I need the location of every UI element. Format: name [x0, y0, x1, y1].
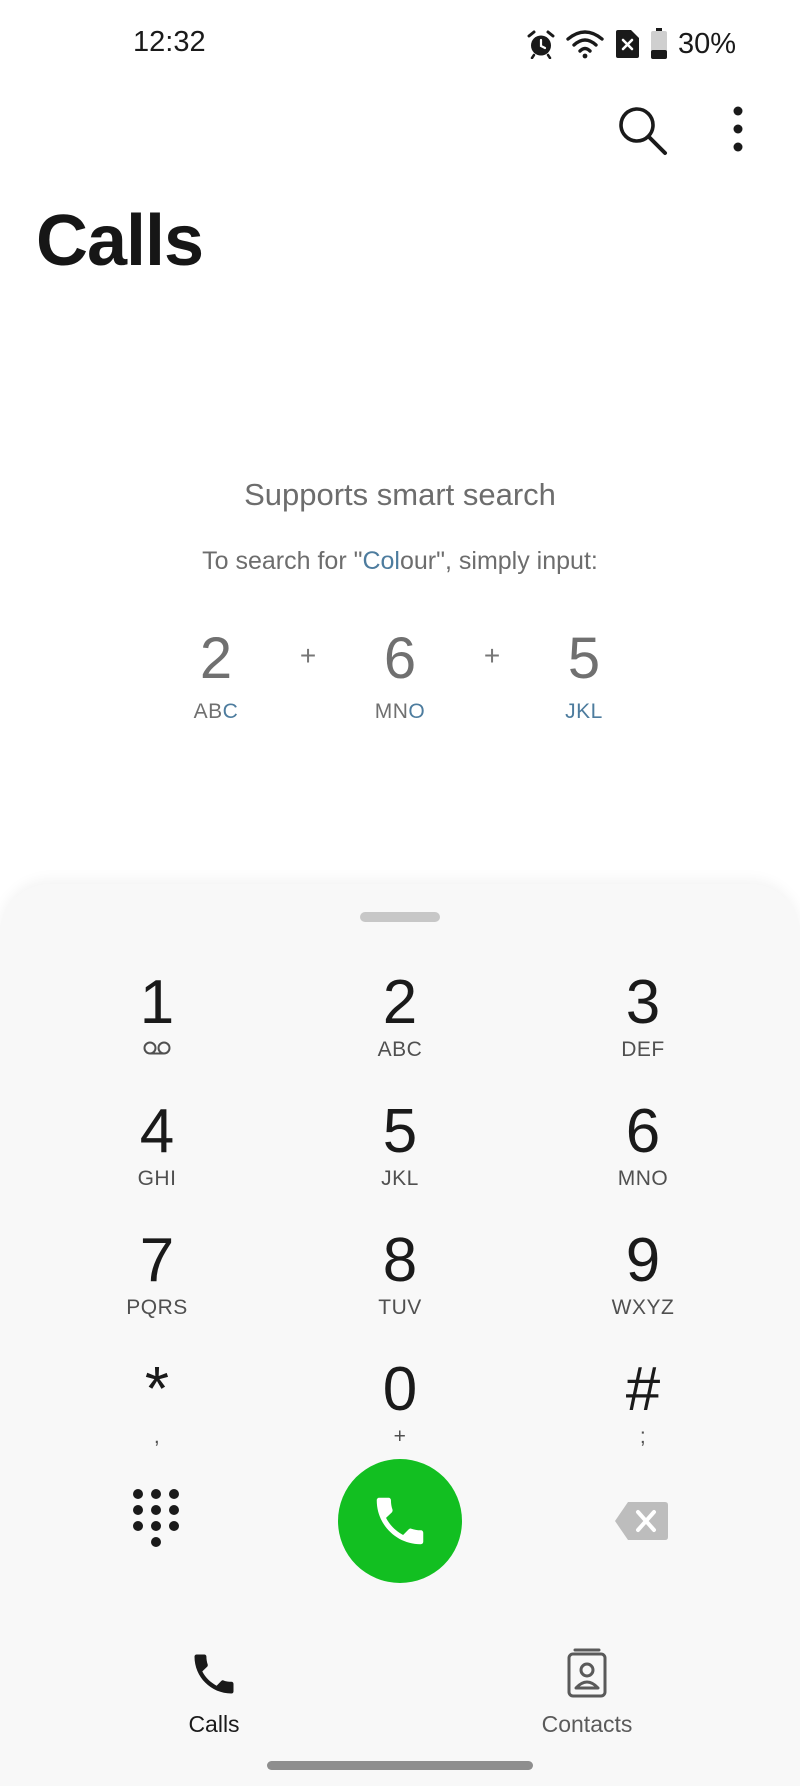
- dialpad-toggle-button[interactable]: [130, 1486, 182, 1560]
- example-plus: +: [483, 640, 501, 671]
- key-digit: 4: [139, 1097, 175, 1166]
- smart-search-subtitle: To search for "Colour", simply input:: [0, 547, 800, 576]
- nav-contacts[interactable]: Contacts: [487, 1648, 687, 1738]
- example-letters: JKL: [565, 700, 603, 723]
- search-button[interactable]: [615, 103, 671, 159]
- status-time: 12:32: [133, 26, 206, 58]
- key-digit: *: [144, 1355, 170, 1424]
- key-7[interactable]: 7 PQRS: [72, 1228, 242, 1338]
- contacts-icon: [567, 1648, 607, 1698]
- key-9[interactable]: 9 WXYZ: [558, 1228, 728, 1338]
- backspace-button[interactable]: [614, 1500, 670, 1542]
- phone-icon: [194, 1654, 234, 1694]
- key-letters: JKL: [381, 1167, 419, 1190]
- wifi-icon: [566, 30, 604, 59]
- voicemail-icon: [72, 1038, 242, 1062]
- key-hash[interactable]: # ;: [558, 1357, 728, 1467]
- key-letters: +: [393, 1425, 407, 1448]
- smart-search-title: Supports smart search: [244, 477, 556, 512]
- call-button[interactable]: [338, 1459, 462, 1583]
- status-icons: 30%: [526, 24, 736, 64]
- key-letters: DEF: [621, 1038, 665, 1061]
- alarm-icon: [527, 30, 555, 59]
- key-letters: ABC: [377, 1038, 423, 1061]
- key-5[interactable]: 5 JKL: [315, 1099, 485, 1209]
- more-vertical-icon: [733, 106, 743, 152]
- key-2[interactable]: 2 ABC: [315, 970, 485, 1080]
- key-1[interactable]: 1: [72, 970, 242, 1080]
- battery-percent: 30%: [678, 27, 737, 60]
- page-title: Calls: [36, 201, 204, 281]
- search-icon: [619, 107, 667, 155]
- subtitle-prefix: To search for ": [202, 547, 363, 575]
- key-letters: GHI: [137, 1167, 177, 1190]
- key-digit: 6: [625, 1097, 661, 1166]
- key-8[interactable]: 8 TUV: [315, 1228, 485, 1338]
- key-0[interactable]: 0 +: [315, 1357, 485, 1467]
- key-digit: 5: [382, 1097, 418, 1166]
- key-letters: PQRS: [126, 1296, 188, 1319]
- subtitle-suffix: ", simply input:: [436, 547, 598, 575]
- key-6[interactable]: 6 MNO: [558, 1099, 728, 1209]
- sheet-drag-handle[interactable]: [360, 912, 440, 922]
- example-letters: ABC: [193, 700, 239, 723]
- backspace-icon: [615, 1502, 668, 1540]
- key-letters: MNO: [617, 1167, 669, 1190]
- example-letters: MNO: [374, 700, 426, 723]
- phone-icon: [376, 1497, 424, 1545]
- key-digit: 1: [139, 968, 175, 1037]
- key-letters: ;: [639, 1425, 647, 1448]
- example-digit: 5: [567, 626, 601, 691]
- example-digit: 2: [199, 626, 233, 691]
- home-indicator[interactable]: [267, 1761, 533, 1770]
- no-sim-icon: [616, 30, 639, 58]
- key-digit: 2: [382, 968, 418, 1037]
- nav-contacts-label: Contacts: [541, 1711, 633, 1737]
- key-digit: 3: [625, 968, 661, 1037]
- key-digit: 0: [382, 1355, 418, 1424]
- key-4[interactable]: 4 GHI: [72, 1099, 242, 1209]
- key-star[interactable]: * ,: [72, 1357, 242, 1467]
- key-letters: WXYZ: [611, 1296, 675, 1319]
- more-options-button[interactable]: [722, 103, 754, 159]
- subtitle-rest: our: [399, 547, 437, 575]
- key-letters: ,: [153, 1425, 161, 1448]
- subtitle-highlight: Col: [362, 547, 400, 575]
- key-3[interactable]: 3 DEF: [558, 970, 728, 1080]
- key-digit: 9: [625, 1226, 661, 1295]
- key-digit: 7: [139, 1226, 175, 1295]
- key-letters: TUV: [378, 1296, 422, 1319]
- battery-icon: [651, 28, 667, 59]
- nav-calls-label: Calls: [188, 1711, 240, 1737]
- example-plus: +: [299, 640, 317, 671]
- nav-calls[interactable]: Calls: [114, 1648, 314, 1738]
- dialpad-icon: [133, 1489, 179, 1547]
- example-digit: 6: [383, 626, 417, 691]
- key-digit: #: [625, 1355, 661, 1424]
- key-digit: 8: [382, 1226, 418, 1295]
